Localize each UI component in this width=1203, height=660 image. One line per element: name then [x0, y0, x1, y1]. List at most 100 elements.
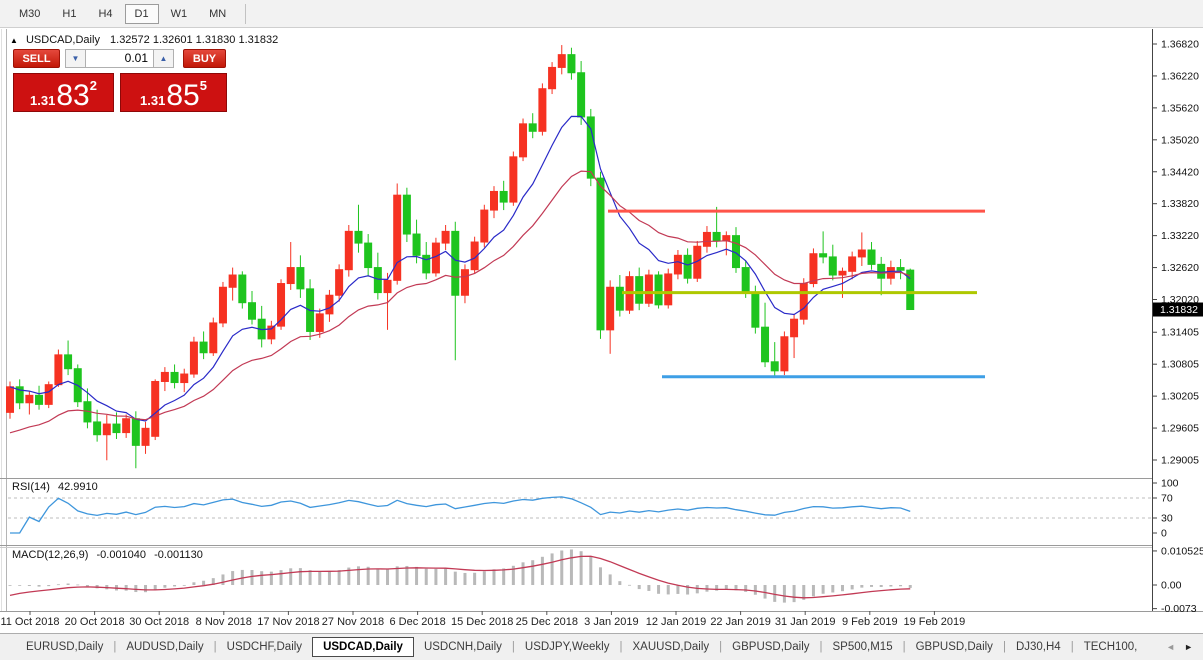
candle-body: [616, 287, 623, 310]
volume-decrease-icon[interactable]: ▼: [65, 49, 86, 68]
candle-body: [452, 231, 459, 295]
macd-histogram-bar: [899, 585, 902, 586]
time-axis-label: 9 Feb 2019: [842, 616, 898, 628]
time-axis-label: 19 Feb 2019: [904, 616, 966, 628]
price-axis-label: 1.33220: [1161, 230, 1199, 242]
macd-histogram-bar: [860, 585, 863, 588]
timeframe-button-h1[interactable]: H1: [52, 4, 86, 24]
macd-main-value: -0.001040: [96, 549, 146, 561]
macd-histogram-bar: [231, 571, 234, 585]
macd-histogram-bar: [444, 569, 447, 585]
tab-usdcad-daily[interactable]: USDCAD,Daily: [312, 637, 414, 657]
tab-gbpusd-daily[interactable]: GBPUSD,Daily: [906, 637, 1003, 657]
macd-histogram-bar: [425, 569, 428, 585]
tab-audusd-daily[interactable]: AUDUSD,Daily: [116, 637, 213, 657]
tab-eurusd-daily[interactable]: EURUSD,Daily: [16, 637, 113, 657]
tab-xauusd-daily[interactable]: XAUUSD,Daily: [622, 637, 719, 657]
rsi-axis-label: 30: [1161, 513, 1173, 525]
volume-input[interactable]: 0.01: [86, 49, 153, 68]
price-axis-label: 1.29605: [1161, 423, 1199, 435]
macd-histogram-bar: [889, 585, 892, 587]
macd-histogram-bar: [502, 568, 505, 585]
time-axis-label: 11 Oct 2018: [0, 616, 59, 628]
macd-histogram-bar: [667, 585, 670, 594]
candle-body: [752, 293, 759, 328]
rsi-line: [10, 497, 910, 533]
candle-body: [520, 124, 527, 157]
timeframe-button-m30[interactable]: M30: [9, 4, 50, 24]
candle-body: [549, 67, 556, 88]
macd-histogram-bar: [270, 572, 273, 585]
time-axis-label: 15 Dec 2018: [451, 616, 513, 628]
candle-body: [645, 275, 652, 303]
candle-body: [684, 255, 691, 278]
macd-axis-label: -0.0073: [1161, 603, 1197, 615]
timeframe-button-h4[interactable]: H4: [88, 4, 122, 24]
tab-sp500-m15[interactable]: SP500,M15: [823, 637, 903, 657]
tab-dj30-h4[interactable]: DJ30,H4: [1006, 637, 1071, 657]
chart-title: ▲ USDCAD,Daily 1.32572 1.32601 1.31830 1…: [10, 34, 278, 46]
collapse-panel-icon[interactable]: ▲: [10, 36, 18, 45]
macd-histogram-bar: [251, 570, 254, 585]
macd-histogram-bar: [618, 581, 621, 585]
candle-body: [65, 355, 72, 369]
price-axis-label: 1.30205: [1161, 391, 1199, 403]
candle-body: [229, 275, 236, 287]
price-axis-label: 1.32620: [1161, 262, 1199, 274]
time-axis-label: 22 Jan 2019: [710, 616, 771, 628]
macd-histogram-bar: [299, 568, 302, 585]
timeframe-button-w1[interactable]: W1: [161, 4, 198, 24]
candle-body: [239, 275, 246, 303]
tab-tech100[interactable]: TECH100,: [1074, 637, 1148, 657]
tab-usdjpy-weekly[interactable]: USDJPY,Weekly: [515, 637, 620, 657]
tab-usdcnh-daily[interactable]: USDCNH,Daily: [414, 637, 512, 657]
buy-price-box[interactable]: 1.31 85 5: [120, 73, 227, 112]
macd-indicator-name: MACD(12,26,9): [12, 549, 88, 561]
sell-button[interactable]: SELL: [13, 49, 60, 68]
candle-body: [336, 270, 343, 296]
tab-usdchf-daily[interactable]: USDCHF,Daily: [217, 637, 312, 657]
macd-signal-value: -0.001130: [154, 549, 203, 561]
candle-body: [500, 191, 507, 202]
macd-histogram-bar: [454, 572, 457, 585]
timeframe-button-mn[interactable]: MN: [199, 4, 236, 24]
buy-price-big: 85: [166, 82, 199, 109]
candle-body: [461, 270, 468, 296]
sell-price-box[interactable]: 1.31 83 2: [13, 73, 114, 112]
tab-gbpusd-daily[interactable]: GBPUSD,Daily: [722, 637, 819, 657]
candle-body: [858, 250, 865, 257]
buy-button[interactable]: BUY: [183, 49, 226, 68]
macd-histogram-bar: [280, 570, 283, 585]
volume-stepper: ▼ 0.01 ▲: [65, 49, 174, 68]
candle-body: [771, 362, 778, 371]
macd-histogram-bar: [647, 585, 650, 591]
macd-histogram-bar: [386, 570, 389, 585]
tabs-scroll-left-icon[interactable]: ◄: [1166, 642, 1175, 652]
time-axis-label: 27 Nov 2018: [322, 616, 384, 628]
candle-body: [200, 342, 207, 353]
macd-histogram-bar: [67, 584, 70, 585]
candle-body: [413, 234, 420, 255]
macd-histogram-bar: [163, 585, 166, 588]
macd-histogram-bar: [773, 585, 776, 602]
tabs-scroll-right-icon[interactable]: ►: [1184, 642, 1193, 652]
candle-body: [907, 270, 914, 309]
macd-histogram-bar: [289, 568, 292, 585]
price-axis-label: 1.30805: [1161, 359, 1199, 371]
macd-histogram-bar: [783, 585, 786, 603]
macd-histogram-bar: [541, 557, 544, 585]
candle-body: [219, 287, 226, 323]
chart-canvas[interactable]: 1.368201.362201.356201.350201.344201.338…: [0, 29, 1203, 633]
macd-axis-label: 0.010525: [1161, 545, 1203, 557]
candle-body: [703, 232, 710, 246]
price-axis-label: 1.34420: [1161, 166, 1199, 178]
timeframe-button-d1[interactable]: D1: [125, 4, 159, 24]
sell-price-pip: 2: [90, 78, 97, 93]
timeframe-toolbar: M30H1H4D1W1MN: [0, 0, 1203, 28]
macd-histogram-bar: [463, 573, 466, 585]
macd-histogram-bar: [328, 571, 331, 585]
macd-histogram-bar: [76, 585, 79, 586]
candle-body: [161, 372, 168, 381]
price-axis-label: 1.35020: [1161, 134, 1199, 146]
volume-increase-icon[interactable]: ▲: [153, 49, 174, 68]
